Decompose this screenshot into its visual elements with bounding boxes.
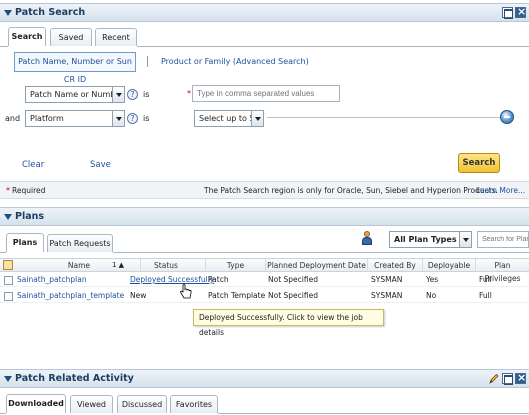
chevron-down-icon bbox=[112, 87, 124, 102]
tab-discussed[interactable]: Discussed bbox=[117, 395, 167, 413]
table-row[interactable]: Sainath_patchplan Deployed Successfully … bbox=[0, 273, 529, 287]
col-privileges[interactable]: Plan Privileges bbox=[476, 259, 529, 283]
patch-search-title: Patch Search bbox=[15, 7, 86, 18]
plan-type: Patch Template bbox=[208, 291, 266, 300]
learn-more-link[interactable]: Learn More... bbox=[476, 186, 525, 195]
help-icon[interactable]: ? bbox=[127, 113, 138, 124]
collapse-triangle-icon[interactable] bbox=[4, 10, 12, 16]
and-label: and bbox=[5, 114, 21, 123]
status-tooltip: Deployed Successfully. Click to view the… bbox=[193, 309, 384, 337]
plan-search-input[interactable] bbox=[477, 231, 529, 248]
maximize-icon[interactable] bbox=[502, 373, 513, 385]
remove-row-icon[interactable] bbox=[500, 110, 514, 124]
plans-title: Plans bbox=[15, 211, 45, 222]
search-footer: * Required The Patch Search region is on… bbox=[0, 181, 529, 199]
col-deployable[interactable]: Deployable bbox=[423, 259, 476, 272]
table-row[interactable]: Sainath_patchplan_template New Patch Tem… bbox=[0, 289, 529, 303]
chevron-down-icon bbox=[459, 232, 471, 247]
privileges: Full bbox=[479, 275, 492, 284]
plan-type-filter[interactable]: All Plan Types bbox=[389, 231, 472, 248]
platform-multiselect[interactable]: Select up to 5 bbox=[194, 110, 264, 127]
col-created-by[interactable]: Created By bbox=[368, 259, 423, 272]
chevron-down-icon bbox=[112, 111, 124, 126]
field-select-2[interactable]: Platform bbox=[25, 110, 125, 127]
sort-indicator[interactable]: 1 ▲ bbox=[112, 261, 124, 269]
status-text: New bbox=[130, 291, 147, 300]
collapse-triangle-icon[interactable] bbox=[4, 214, 12, 220]
plan-type: Patch bbox=[208, 275, 229, 284]
field-select-1-value: Patch Name or Number bbox=[30, 90, 124, 99]
search-button[interactable]: Search bbox=[458, 153, 500, 173]
platform-multiselect-value: Select up to 5 bbox=[199, 114, 255, 123]
maximize-icon[interactable] bbox=[502, 7, 513, 19]
clear-link[interactable]: Clear bbox=[22, 160, 44, 170]
patch-search-info: The Patch Search region is only for Orac… bbox=[204, 186, 499, 195]
patch-search-header: Patch Search bbox=[0, 3, 529, 22]
activity-header: Patch Related Activity bbox=[0, 369, 529, 388]
tab-viewed[interactable]: Viewed bbox=[70, 395, 113, 413]
chevron-down-icon bbox=[251, 111, 263, 126]
plan-name-link[interactable]: Sainath_patchplan_template bbox=[17, 289, 124, 303]
required-note-star: * bbox=[6, 186, 10, 195]
planned-date: Not Specified bbox=[268, 275, 318, 284]
col-status[interactable]: Status bbox=[127, 259, 206, 272]
row-checkbox[interactable] bbox=[4, 276, 13, 285]
pencil-icon[interactable] bbox=[488, 373, 499, 385]
close-icon[interactable] bbox=[515, 371, 526, 384]
created-by: SYSMAN bbox=[371, 275, 403, 284]
help-icon[interactable]: ? bbox=[127, 89, 138, 100]
edit-columns-icon[interactable] bbox=[3, 260, 13, 270]
plans-header: Plans bbox=[0, 207, 529, 226]
tab-saved[interactable]: Saved bbox=[50, 28, 92, 46]
save-link[interactable]: Save bbox=[90, 160, 111, 170]
col-planned-date[interactable]: Planned Deployment Date bbox=[266, 259, 368, 272]
deployable: No bbox=[426, 291, 437, 300]
tab-search[interactable]: Search bbox=[8, 27, 46, 46]
field-select-2-value: Platform bbox=[30, 114, 64, 123]
status-link[interactable]: Deployed Successfully bbox=[130, 273, 214, 287]
collapse-triangle-icon[interactable] bbox=[4, 376, 12, 382]
user-icon[interactable] bbox=[362, 231, 372, 245]
tab-patch-requests[interactable]: Patch Requests bbox=[47, 234, 113, 252]
hand-cursor-icon bbox=[180, 284, 192, 299]
close-icon[interactable] bbox=[515, 5, 526, 18]
deployable: Yes bbox=[426, 275, 439, 284]
row-checkbox[interactable] bbox=[4, 292, 13, 301]
field-select-1[interactable]: Patch Name or Number bbox=[25, 86, 125, 103]
operator-label-1: is bbox=[143, 90, 150, 99]
tab-plans[interactable]: Plans bbox=[6, 233, 44, 252]
search-by-name-button[interactable]: Patch Name, Number or Sun CR ID bbox=[14, 52, 136, 84]
plans-table-header: Name 1 ▲ Status Type Planned Deployment … bbox=[0, 258, 529, 283]
patch-values-input[interactable] bbox=[192, 85, 340, 102]
activity-title: Patch Related Activity bbox=[15, 373, 134, 384]
required-star: * bbox=[187, 89, 191, 98]
advanced-search-link[interactable]: Product or Family (Advanced Search) bbox=[161, 57, 309, 66]
col-type[interactable]: Type bbox=[206, 259, 266, 272]
plan-type-filter-value: All Plan Types bbox=[394, 235, 457, 244]
plan-name-link[interactable]: Sainath_patchplan bbox=[17, 273, 87, 287]
operator-label-2: is bbox=[143, 114, 150, 123]
created-by: SYSMAN bbox=[371, 291, 403, 300]
tab-downloaded[interactable]: Downloaded bbox=[6, 394, 66, 413]
required-note: Required bbox=[12, 186, 46, 195]
tab-favorites[interactable]: Favorites bbox=[170, 395, 218, 413]
tab-recent[interactable]: Recent bbox=[95, 28, 137, 46]
planned-date: Not Specified bbox=[268, 291, 318, 300]
privileges: Full bbox=[479, 291, 492, 300]
